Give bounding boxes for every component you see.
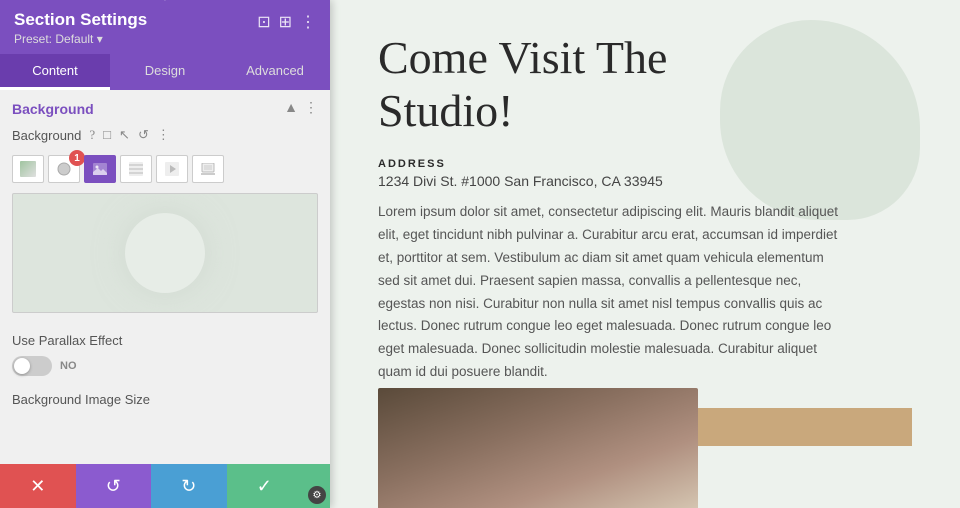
bg-help-icon[interactable]: ?: [89, 127, 95, 143]
body-text: Lorem ipsum dolor sit amet, consectetur …: [378, 201, 838, 385]
panel-tabs: Content Design Advanced: [0, 54, 330, 90]
bg-preview: [12, 193, 318, 313]
tab-design[interactable]: Design: [110, 54, 220, 90]
bg-size-label: Background Image Size: [0, 386, 330, 409]
parallax-section: Use Parallax Effect NO: [0, 323, 330, 386]
grid-icon[interactable]: ⊞: [279, 12, 292, 32]
panel-toolbar: ✕ ↺ ↻ ✓ ⚙: [0, 464, 330, 508]
bg-type-video[interactable]: [156, 155, 188, 183]
bg-cursor-icon[interactable]: ↖: [119, 127, 130, 143]
page-title: Come Visit The Studio!: [378, 32, 912, 138]
parallax-label: Use Parallax Effect: [12, 333, 318, 348]
bg-badge: 1: [69, 150, 85, 166]
panel-preset[interactable]: Preset: Default ▾: [14, 32, 147, 46]
bg-type-slideshow[interactable]: [192, 155, 224, 183]
panel-title: Section Settings: [14, 10, 147, 30]
address-section: ADDRESS 1234 Divi St. #1000 San Francisc…: [378, 158, 912, 189]
view-icon[interactable]: ⊡: [257, 12, 270, 32]
panel-body: Background ▲ ⋮ Background ? □ ↖ ↺ ⋮ 1: [0, 90, 330, 464]
toggle-no-label: NO: [60, 360, 77, 372]
save-icon: ✓: [257, 476, 272, 497]
redo-icon: ↻: [181, 476, 196, 497]
background-section-header: Background ▲ ⋮: [0, 90, 330, 123]
save-button[interactable]: ✓: [227, 464, 303, 508]
bg-type-row: 1: [0, 151, 330, 193]
content-area: Come Visit The Studio! ADDRESS 1234 Divi…: [330, 0, 960, 508]
bg-reset-icon[interactable]: ↺: [138, 127, 149, 143]
toolbar-corner: ⚙: [302, 464, 330, 508]
collapse-icon[interactable]: ▲: [284, 101, 298, 117]
bg-label: Background: [12, 128, 81, 143]
bg-more-icon[interactable]: ⋮: [304, 100, 318, 117]
bg-copy-icon[interactable]: □: [103, 127, 111, 143]
address-value: 1234 Divi St. #1000 San Francisco, CA 33…: [378, 173, 912, 189]
bg-preview-inner: [125, 213, 205, 293]
cancel-icon: ✕: [30, 476, 45, 497]
cancel-button[interactable]: ✕: [0, 464, 76, 508]
bottom-image: [378, 388, 698, 508]
bg-type-color[interactable]: 1: [48, 155, 80, 183]
address-label: ADDRESS: [378, 158, 912, 170]
bg-type-pattern[interactable]: [120, 155, 152, 183]
background-title: Background: [12, 101, 94, 117]
tab-advanced[interactable]: Advanced: [220, 54, 330, 90]
toggle-knob: [14, 358, 30, 374]
corner-icon[interactable]: ⚙: [308, 486, 326, 504]
undo-icon: ↺: [106, 476, 121, 497]
tab-content[interactable]: Content: [0, 54, 110, 90]
parallax-toggle[interactable]: [12, 356, 52, 376]
redo-button[interactable]: ↻: [151, 464, 227, 508]
undo-button[interactable]: ↺: [76, 464, 152, 508]
more-icon[interactable]: ⋮: [300, 12, 316, 32]
bg-options-icon[interactable]: ⋮: [157, 127, 170, 143]
bg-type-gradient[interactable]: [12, 155, 44, 183]
background-row: Background ? □ ↖ ↺ ⋮: [0, 123, 330, 151]
settings-panel: + Section Settings Preset: Default ▾ ⊡ ⊞…: [0, 0, 330, 508]
bg-type-image[interactable]: [84, 155, 116, 183]
